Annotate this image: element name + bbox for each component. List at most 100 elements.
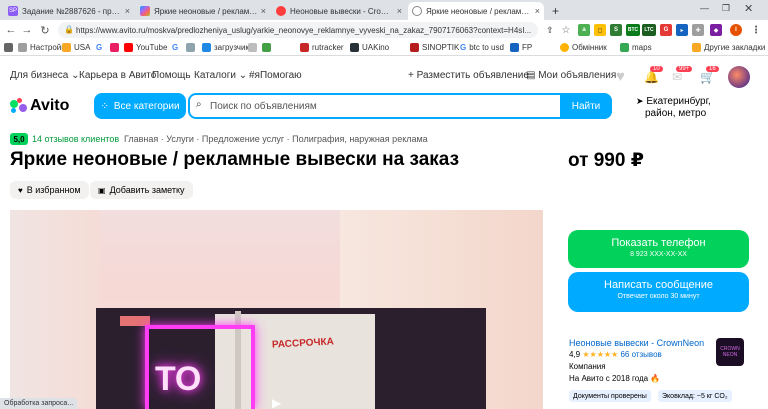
- extension-blue-icon[interactable]: ▸: [676, 24, 688, 36]
- helping-link[interactable]: #яПомогаю: [249, 70, 302, 81]
- avito-favicon-icon: [140, 6, 150, 16]
- for-business-link[interactable]: Для бизнеса ⌄: [10, 70, 80, 81]
- search-input[interactable]: [210, 99, 550, 113]
- bookmark-rutracker[interactable]: rutracker: [300, 43, 344, 52]
- neon-text: ТО: [155, 360, 202, 398]
- avito-logo-icon: [10, 98, 28, 114]
- search-bar: ⌕ Найти: [188, 93, 612, 119]
- add-note-button[interactable]: ▣ Добавить заметку: [90, 181, 193, 199]
- reload-icon[interactable]: ↻: [38, 23, 52, 37]
- bookmark-star-icon[interactable]: ☆: [560, 24, 572, 36]
- globe-favicon-icon: [412, 6, 422, 16]
- tab-4-active[interactable]: Яркие неоновые / рекламные вы ×: [408, 2, 544, 20]
- pink-bookmark-icon[interactable]: [110, 43, 122, 52]
- breadcrumb[interactable]: Главная · Услуги · Предложение услуг · П…: [124, 134, 428, 144]
- grey-bookmark-icon[interactable]: [248, 43, 260, 52]
- eco-contribution-badge: Эковклад: ~5 кг CO₂: [658, 390, 732, 402]
- write-message-button[interactable]: Написать сообщение Отвечает около 30 мин…: [568, 272, 749, 312]
- search-button[interactable]: Найти: [560, 93, 612, 119]
- menu-kebab-icon[interactable]: ⋮: [750, 24, 762, 36]
- bookmark-btc[interactable]: Gbtc to usd: [460, 43, 504, 52]
- google-icon[interactable]: G: [172, 43, 178, 52]
- seller-since: На Авито с 2018 года 🔥: [569, 374, 661, 383]
- bookmark-exchanger[interactable]: Обмінник: [560, 43, 607, 52]
- extension-yellow-icon[interactable]: ◻: [594, 24, 606, 36]
- post-ad-link[interactable]: + Разместить объявление: [408, 70, 529, 81]
- heart-icon: ♥: [18, 185, 23, 195]
- avito-logo[interactable]: Avito: [10, 96, 69, 116]
- extension-icon[interactable]: S: [610, 24, 622, 36]
- seller-type: Компания: [569, 362, 606, 371]
- messages-icon[interactable]: ✉: [672, 70, 682, 84]
- profile-avatar[interactable]: I: [730, 24, 742, 36]
- location-selector[interactable]: ➤ Екатеринбург, район, метро: [636, 95, 756, 120]
- record-favicon-icon: [276, 6, 286, 16]
- notifications-bell-icon[interactable]: 🔔: [644, 70, 659, 84]
- fire-icon: 🔥: [650, 374, 661, 383]
- extension-red-icon[interactable]: G: [660, 24, 672, 36]
- user-avatar[interactable]: [728, 66, 750, 88]
- browser-status-bar: Обработка запроса...: [0, 398, 78, 409]
- documents-verified-badge: Документы проверены: [569, 390, 651, 402]
- ltc-ticker-icon[interactable]: LTC: [642, 24, 656, 36]
- tab-2[interactable]: Яркие неоновые / рекламные вы ×: [136, 2, 270, 20]
- close-tab-icon[interactable]: ×: [532, 6, 540, 16]
- download-icon: [202, 43, 211, 52]
- tab-1[interactable]: SP Задание №2887626 - просмотр з ×: [4, 2, 134, 20]
- play-icon[interactable]: ▶: [272, 396, 281, 409]
- bookmark-youtube[interactable]: YouTube: [124, 43, 167, 52]
- listing-photo[interactable]: РАССРОЧКА ТО ▶: [10, 210, 543, 409]
- minimize-icon[interactable]: —: [700, 3, 709, 13]
- favorites-heart-icon[interactable]: ♥: [616, 68, 625, 85]
- bookmark-fp[interactable]: FP: [510, 43, 532, 52]
- maximize-icon[interactable]: ❐: [722, 3, 730, 14]
- show-phone-button[interactable]: Показать телефон 8 923 XXX-XX-XX: [568, 230, 749, 268]
- reviews-link[interactable]: 14 отзывов клиентов: [32, 134, 119, 144]
- btc-ticker-icon[interactable]: BTC: [626, 24, 640, 36]
- address-bar[interactable]: 🔒 https://www.avito.ru/moskva/predlozhen…: [58, 22, 538, 38]
- bookmarks-bar: Настройки USA G YouTube G загрузчик rutr…: [0, 40, 768, 56]
- close-tab-icon[interactable]: ×: [394, 6, 402, 16]
- extension-purple-icon[interactable]: ◆: [710, 24, 722, 36]
- folder-icon: [692, 43, 701, 52]
- price: от 990 ₽: [568, 150, 644, 171]
- close-tab-icon[interactable]: ×: [122, 6, 130, 16]
- bookmark-uakino[interactable]: UAKino: [350, 43, 389, 52]
- gear-icon: [18, 43, 27, 52]
- seller-name-link[interactable]: Неоновые вывески - CrownNeon: [569, 338, 704, 348]
- forward-icon[interactable]: →: [20, 23, 34, 37]
- bookmark-usa[interactable]: USA: [62, 43, 90, 52]
- settings-bookmark-icon[interactable]: [186, 43, 198, 52]
- bookmark-sinoptik[interactable]: SINOPTIK: [410, 43, 459, 52]
- location-arrow-icon: ➤: [636, 96, 644, 106]
- seller-avatar[interactable]: CROWN NEON: [716, 338, 744, 366]
- green-bookmark-icon[interactable]: [262, 43, 274, 52]
- my-ads-link[interactable]: ▤ Мои объявления: [526, 70, 616, 81]
- share-icon[interactable]: ⇪: [544, 24, 556, 36]
- bookmark-maps[interactable]: maps: [620, 43, 652, 52]
- close-tab-icon[interactable]: ×: [258, 6, 266, 16]
- favorite-button[interactable]: ♥ В избранном: [10, 181, 89, 199]
- apps-icon[interactable]: [4, 43, 16, 52]
- extension-green-icon[interactable]: a: [578, 24, 590, 36]
- tab-3[interactable]: Неоновые вывески - CrownNeon ×: [272, 2, 406, 20]
- lock-icon: 🔒: [64, 25, 74, 34]
- seller-reviews-link[interactable]: 66 отзывов: [620, 350, 661, 359]
- sp-favicon-icon: SP: [8, 6, 18, 16]
- help-link[interactable]: Помощь: [152, 70, 191, 81]
- catalogs-link[interactable]: Каталоги ⌄: [194, 70, 247, 81]
- all-categories-button[interactable]: ⁘ Все категории: [94, 93, 186, 119]
- back-icon[interactable]: ←: [4, 23, 18, 37]
- bookmark-downloader[interactable]: загрузчик: [202, 43, 249, 52]
- rating-badge: 5,0: [10, 133, 28, 145]
- cart-icon[interactable]: 🛒: [700, 70, 715, 84]
- new-tab-button[interactable]: +: [548, 2, 562, 20]
- extensions-puzzle-icon[interactable]: ✚: [692, 24, 704, 36]
- search-icon: ⌕: [196, 99, 202, 110]
- window-close-icon[interactable]: ✕: [744, 2, 753, 15]
- stars-icon: ★★★★★: [582, 350, 619, 359]
- career-link[interactable]: Карьера в Авито: [79, 70, 156, 81]
- bookmark-other[interactable]: Другие закладки: [692, 43, 765, 52]
- film-icon: [350, 43, 359, 52]
- google-icon[interactable]: G: [96, 43, 102, 52]
